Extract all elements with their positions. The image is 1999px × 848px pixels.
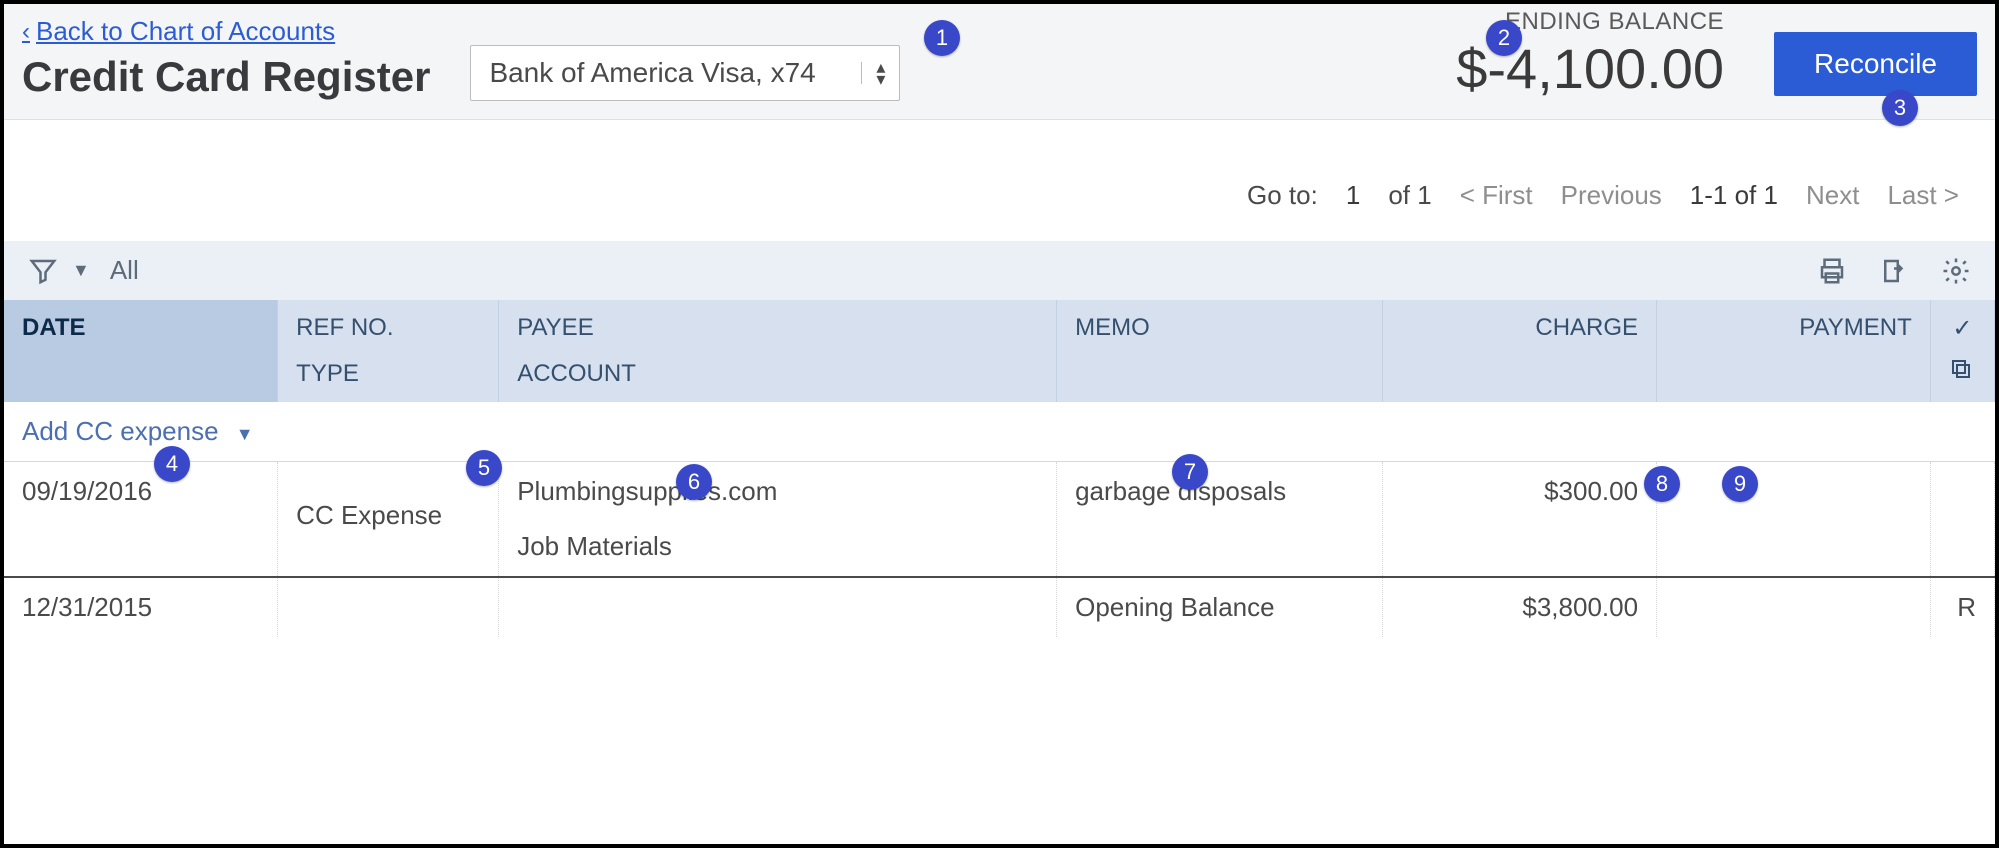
cell-refno-type: CC Expense <box>278 462 499 578</box>
callout-badge: 2 <box>1486 20 1522 56</box>
callout-badge: 6 <box>676 464 712 500</box>
goto-label: Go to: <box>1247 180 1318 211</box>
callout-badge: 4 <box>154 446 190 482</box>
filter-label: All <box>110 255 139 286</box>
filter-icon[interactable] <box>28 256 58 286</box>
col-payee-account[interactable]: PAYEE ACCOUNT <box>499 300 1057 402</box>
callout-badge: 7 <box>1172 454 1208 490</box>
add-expense-row[interactable]: Add CC expense ▼ <box>4 402 1995 462</box>
callout-badge: 5 <box>466 450 502 486</box>
col-reconciled[interactable]: ✓ <box>1930 300 1994 402</box>
add-expense-label: Add CC expense <box>22 416 219 446</box>
callout-badge: 8 <box>1644 466 1680 502</box>
cell-rec <box>1930 462 1994 578</box>
cell-payee-account <box>499 577 1057 637</box>
reconcile-button[interactable]: Reconcile <box>1774 32 1977 96</box>
back-link-label: Back to Chart of Accounts <box>36 16 335 47</box>
col-charge[interactable]: CHARGE <box>1383 300 1657 402</box>
previous-page-link[interactable]: Previous <box>1561 180 1662 211</box>
table-row[interactable]: 09/19/2016 CC Expense Plumbingsupplies.c… <box>4 462 1995 578</box>
cell-rec: R <box>1930 577 1994 637</box>
last-page-link[interactable]: Last > <box>1887 180 1959 211</box>
page-input[interactable]: 1 <box>1346 180 1360 211</box>
page-range: 1-1 of 1 <box>1690 180 1778 211</box>
gear-icon[interactable] <box>1941 256 1971 286</box>
cell-date: 09/19/2016 <box>4 462 278 578</box>
callout-badge: 3 <box>1882 90 1918 126</box>
export-icon[interactable] <box>1879 256 1909 286</box>
register-table: DATE REF NO. TYPE PAYEE ACCOUNT MEMO CHA… <box>4 300 1995 637</box>
page-of-label: of 1 <box>1388 180 1431 211</box>
chevron-left-icon: ‹ <box>22 18 30 46</box>
cell-payment <box>1657 462 1931 578</box>
pagination-bar: Go to: 1 of 1 < First Previous 1-1 of 1 … <box>4 120 1995 241</box>
cell-memo: garbage disposals <box>1057 462 1383 578</box>
page-header: ‹ Back to Chart of Accounts Credit Card … <box>4 4 1995 120</box>
col-memo[interactable]: MEMO <box>1057 300 1383 402</box>
cell-charge: $3,800.00 <box>1383 577 1657 637</box>
col-payment[interactable]: PAYMENT <box>1657 300 1931 402</box>
duplicate-icon[interactable] <box>1949 357 1976 381</box>
cell-memo: Opening Balance <box>1057 577 1383 637</box>
print-icon[interactable] <box>1817 256 1847 286</box>
next-page-link[interactable]: Next <box>1806 180 1859 211</box>
cell-charge: $300.00 <box>1383 462 1657 578</box>
account-selector-value: Bank of America Visa, x74 <box>489 57 847 89</box>
first-page-link[interactable]: < First <box>1460 180 1533 211</box>
callout-badge: 1 <box>924 20 960 56</box>
cell-refno-type <box>278 577 499 637</box>
account-selector[interactable]: Bank of America Visa, x74 ▴▾ <box>470 45 900 101</box>
check-icon: ✓ <box>1952 315 1972 342</box>
page-title: Credit Card Register <box>22 53 430 101</box>
table-toolbar: ▼ All <box>4 241 1995 300</box>
back-link[interactable]: ‹ Back to Chart of Accounts <box>22 16 335 47</box>
updown-icon: ▴▾ <box>861 62 885 84</box>
cell-payment <box>1657 577 1931 637</box>
chevron-down-icon[interactable]: ▼ <box>72 260 90 281</box>
chevron-down-icon: ▼ <box>236 424 254 444</box>
table-row[interactable]: 12/31/2015 Opening Balance $3,800.00 R <box>4 577 1995 637</box>
col-date[interactable]: DATE <box>4 300 278 402</box>
cell-payee-account: Plumbingsupplies.com Job Materials <box>499 462 1057 578</box>
callout-badge: 9 <box>1722 466 1758 502</box>
col-refno-type[interactable]: REF NO. TYPE <box>278 300 499 402</box>
cell-date: 12/31/2015 <box>4 577 278 637</box>
table-header-row: DATE REF NO. TYPE PAYEE ACCOUNT MEMO CHA… <box>4 300 1995 402</box>
